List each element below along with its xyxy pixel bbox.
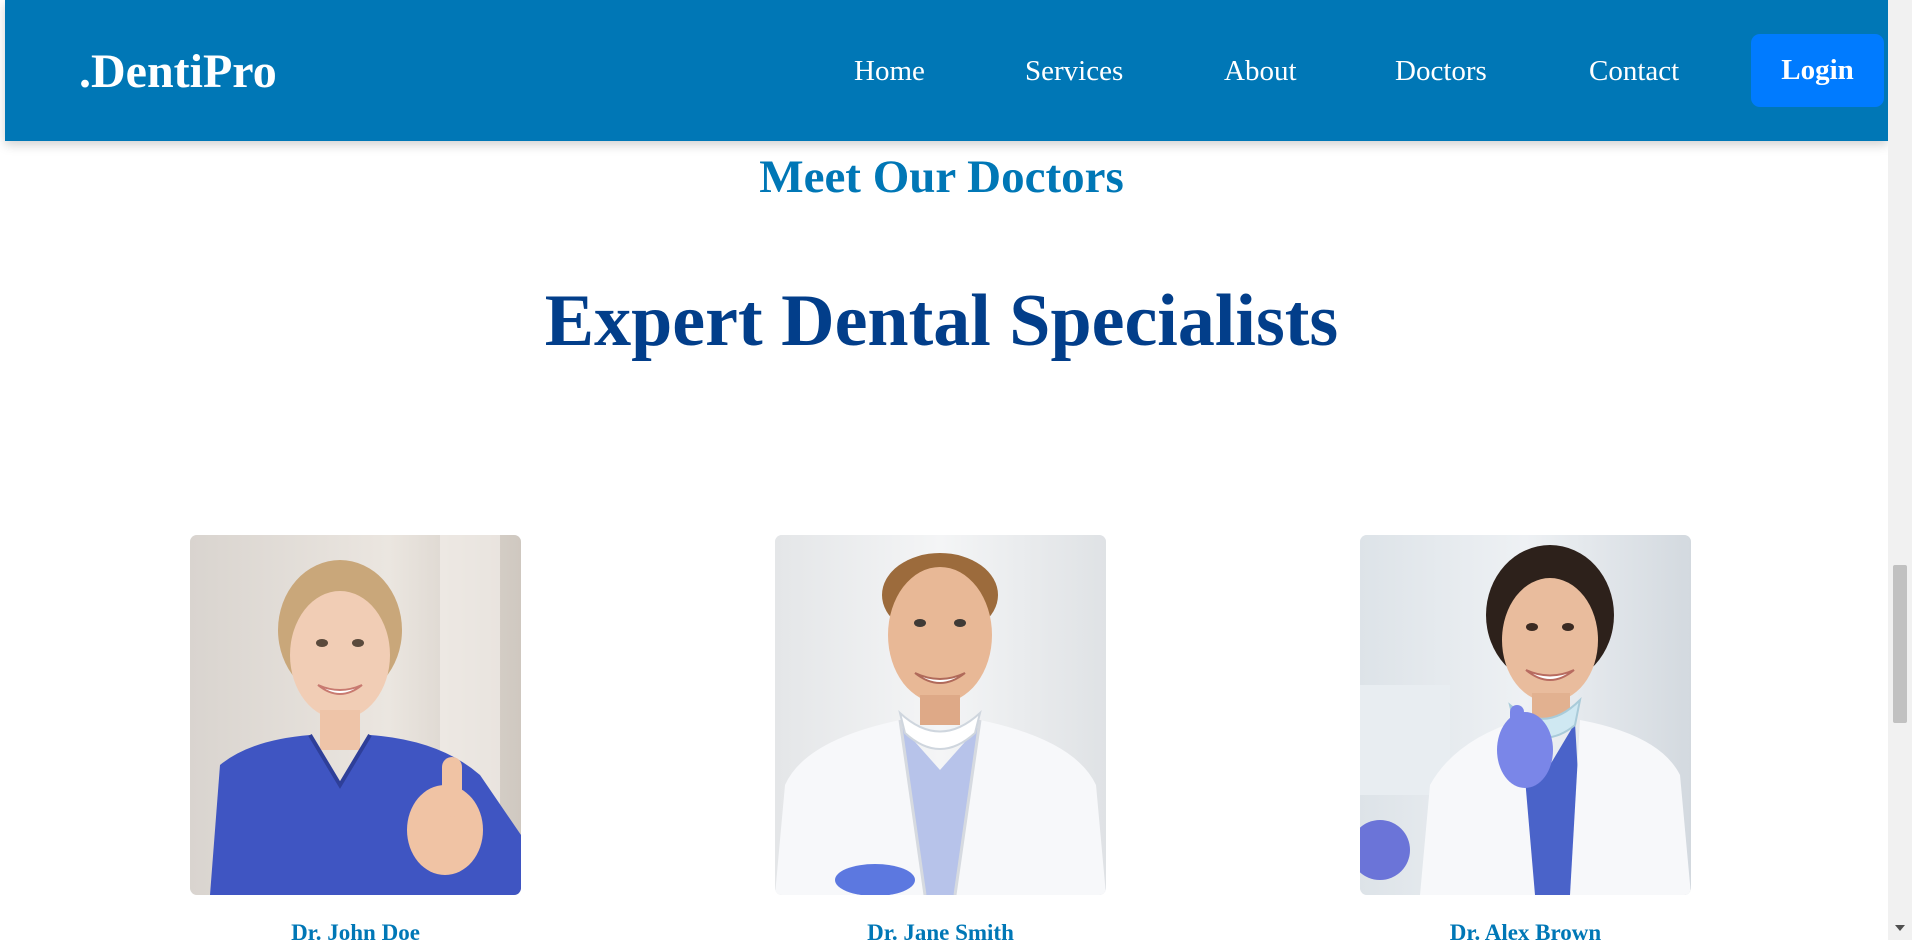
section-title: Expert Dental Specialists [544,280,1339,362]
vertical-scrollbar[interactable] [1888,0,1912,940]
doctor-name: Dr. Alex Brown [1449,920,1602,940]
doctor-card: Dr. Alex Brown [1360,535,1691,940]
female-dentist-thumbs-up-photo [190,535,521,895]
doctor-photo [190,535,521,895]
doctor-photo [775,535,1106,895]
brand-logo[interactable]: .DentiPro [79,44,277,100]
nav-link-services[interactable]: Services [1025,50,1123,92]
navbar: .DentiPro Home Services About Doctors Co… [5,0,1888,141]
male-dentist-arms-crossed-photo [775,535,1106,895]
scroll-down-arrow-icon[interactable] [1895,925,1905,931]
scrollbar-thumb[interactable] [1893,565,1907,723]
page: .DentiPro Home Services About Doctors Co… [0,0,1912,940]
doctor-card: Dr. John Doe [190,535,521,940]
login-button[interactable]: Login [1751,34,1884,107]
nav-link-about[interactable]: About [1224,50,1297,92]
doctor-name: Dr. John Doe [291,920,420,940]
doctor-photo [1360,535,1691,895]
nav-link-contact[interactable]: Contact [1589,50,1679,92]
doctor-name: Dr. Jane Smith [867,920,1014,940]
section-eyebrow: Meet Our Doctors [759,151,1124,203]
female-dentist-mask-photo [1360,535,1691,895]
nav-link-home[interactable]: Home [854,50,925,92]
doctor-card: Dr. Jane Smith [775,535,1106,940]
nav-link-doctors[interactable]: Doctors [1395,50,1487,92]
